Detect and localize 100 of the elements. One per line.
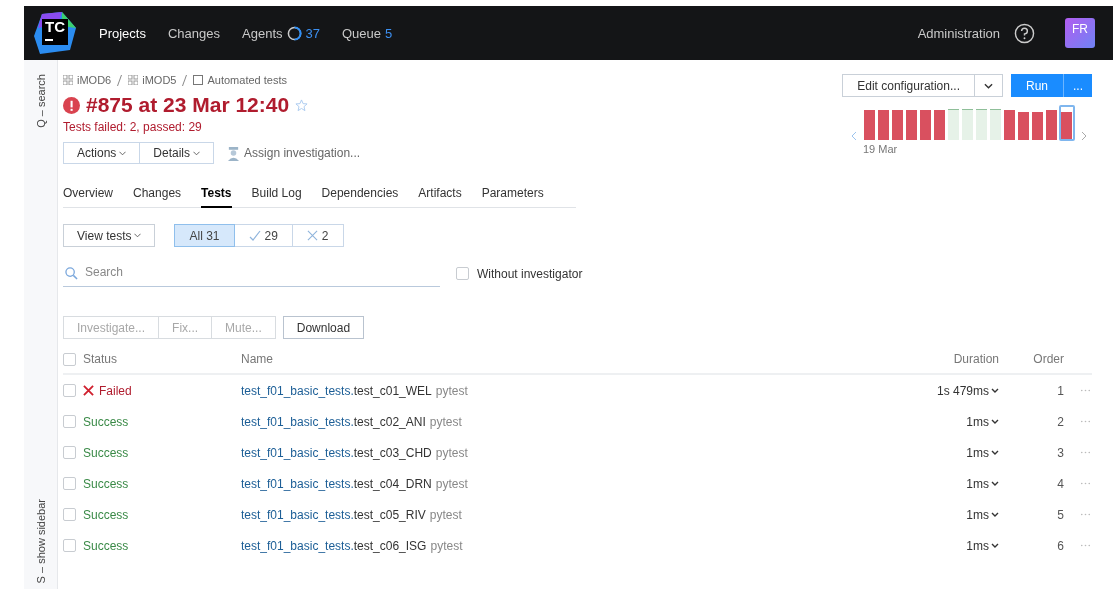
column-header[interactable]: Duration (953, 352, 999, 366)
test-status: Failed (99, 383, 132, 398)
build-bar[interactable] (877, 107, 891, 141)
duration-toggle[interactable]: 1ms (966, 476, 999, 491)
tab[interactable]: Dependencies (321, 186, 399, 207)
column-header[interactable]: Status (83, 352, 118, 366)
checkbox-label[interactable]: Without investigator (477, 266, 583, 281)
test-runner: pytest (435, 383, 468, 398)
test-name-link[interactable]: test_f01_basic_tests.test_c06_ISG (241, 538, 427, 553)
filter-button[interactable]: 2 (292, 224, 344, 247)
tab[interactable]: Overview (63, 186, 113, 207)
duration-toggle[interactable]: 1ms (966, 445, 999, 460)
build-bar[interactable] (891, 107, 905, 141)
dropdown-button[interactable]: Actions (63, 142, 141, 164)
row-checkbox[interactable] (63, 477, 76, 490)
next-icon[interactable] (1081, 131, 1087, 141)
more-icon[interactable] (1079, 544, 1092, 547)
row-checkbox[interactable] (63, 508, 76, 521)
build-bar[interactable] (1003, 107, 1017, 141)
nav-link[interactable]: Projects (99, 25, 146, 41)
tab[interactable]: Build Log (251, 186, 302, 207)
chevron-icon[interactable] (991, 543, 999, 548)
tab[interactable]: Tests (201, 186, 232, 208)
chevron-icon[interactable] (991, 388, 999, 393)
previous-icon[interactable] (851, 131, 857, 141)
row-checkbox[interactable] (63, 539, 76, 552)
show-sidebar-hint[interactable]: S – show sidebar (34, 498, 47, 583)
build-bar[interactable] (947, 107, 961, 141)
test-name-link[interactable]: test_f01_basic_tests.test_c02_ANI (241, 414, 426, 429)
nav-link[interactable]: Agents (242, 25, 283, 41)
order-number: 6 (1057, 538, 1064, 553)
build-title: #875 at 23 Mar 12:40 (86, 92, 290, 118)
tab[interactable]: Changes (133, 186, 182, 207)
user-avatar[interactable]: FR (1065, 18, 1095, 48)
test-runner: pytest (435, 445, 468, 460)
column-header[interactable]: Name (241, 352, 273, 366)
filter-button[interactable]: All 31 (174, 224, 235, 247)
row-checkbox[interactable] (63, 415, 76, 428)
test-status: Success (83, 507, 129, 522)
tab[interactable]: Parameters (481, 186, 544, 207)
star-icon[interactable] (295, 98, 309, 112)
project-icon (128, 75, 139, 85)
build-bar[interactable] (1045, 107, 1059, 141)
build-bar[interactable] (933, 107, 947, 141)
build-bar[interactable] (863, 107, 877, 141)
nav-link[interactable]: Changes (167, 25, 220, 41)
chevron-icon (119, 150, 127, 156)
nav-link[interactable]: Queue (341, 25, 381, 41)
row-checkbox[interactable] (63, 446, 76, 459)
test-name-link[interactable]: test_f01_basic_tests.test_c04_DRN (241, 476, 432, 491)
duration-toggle[interactable]: 1s 479ms (936, 383, 999, 398)
build-bar[interactable] (1059, 105, 1075, 141)
test-name-link[interactable]: test_f01_basic_tests.test_c03_CHD (241, 445, 432, 460)
caret-button[interactable] (974, 74, 1003, 97)
view-tests-button[interactable]: View tests (63, 224, 156, 247)
search-hint[interactable]: Q – search (34, 74, 47, 128)
filter-button[interactable]: 29 (234, 224, 293, 247)
check-icon (248, 229, 261, 242)
more-icon[interactable] (1079, 389, 1092, 392)
build-bar[interactable] (905, 107, 919, 141)
more-icon[interactable] (1079, 513, 1092, 516)
select-all-checkbox[interactable] (63, 352, 76, 366)
test-name-link[interactable]: test_f01_basic_tests.test_c01_WEL (241, 383, 432, 398)
build-bar[interactable] (989, 107, 1003, 141)
breadcrumb-link[interactable]: iMOD5 (142, 74, 177, 86)
chevron-icon[interactable] (991, 481, 999, 486)
more-icon[interactable] (1079, 451, 1092, 454)
test-name-link[interactable]: test_f01_basic_tests.test_c05_RIV (241, 507, 426, 522)
checkbox[interactable] (456, 267, 469, 280)
edit-configuration-button[interactable]: Edit configuration... (842, 74, 975, 97)
assign-investigation-link[interactable]: Assign investigation... (244, 146, 361, 160)
build-bar[interactable] (975, 107, 989, 141)
nav-count: 37 (305, 25, 320, 41)
administration-link[interactable]: Administration (917, 25, 1000, 41)
row-checkbox[interactable] (63, 384, 76, 397)
tab[interactable]: Artifacts (418, 186, 462, 207)
column-header[interactable]: Order (1033, 352, 1064, 366)
more-icon[interactable] (1079, 482, 1092, 485)
more-icon[interactable] (1079, 420, 1092, 423)
build-bar[interactable] (961, 107, 975, 141)
duration-toggle[interactable]: 1ms (966, 507, 999, 522)
chevron-icon[interactable] (991, 512, 999, 517)
test-runner: pytest (429, 414, 462, 429)
breadcrumb-link[interactable]: iMOD6 (77, 74, 112, 86)
dropdown-button[interactable]: Details (140, 142, 215, 164)
search-field[interactable]: Search (63, 260, 440, 287)
help-icon[interactable] (1014, 22, 1035, 44)
breadcrumb-link[interactable]: Automated tests (207, 74, 287, 86)
logo-icon[interactable]: TC (32, 10, 78, 56)
chevron-icon[interactable] (991, 419, 999, 424)
action-button[interactable]: Download (282, 316, 365, 339)
chevron-icon[interactable] (991, 450, 999, 455)
cross-icon (306, 230, 318, 241)
duration-toggle[interactable]: 1ms (966, 414, 999, 429)
duration-toggle[interactable]: 1ms (966, 538, 999, 553)
build-summary: Tests failed: 2, passed: 29 (63, 120, 203, 134)
order-number: 2 (1057, 414, 1064, 429)
build-bar[interactable] (919, 107, 933, 141)
configuration-icon (193, 75, 204, 85)
failed-icon (83, 385, 94, 396)
